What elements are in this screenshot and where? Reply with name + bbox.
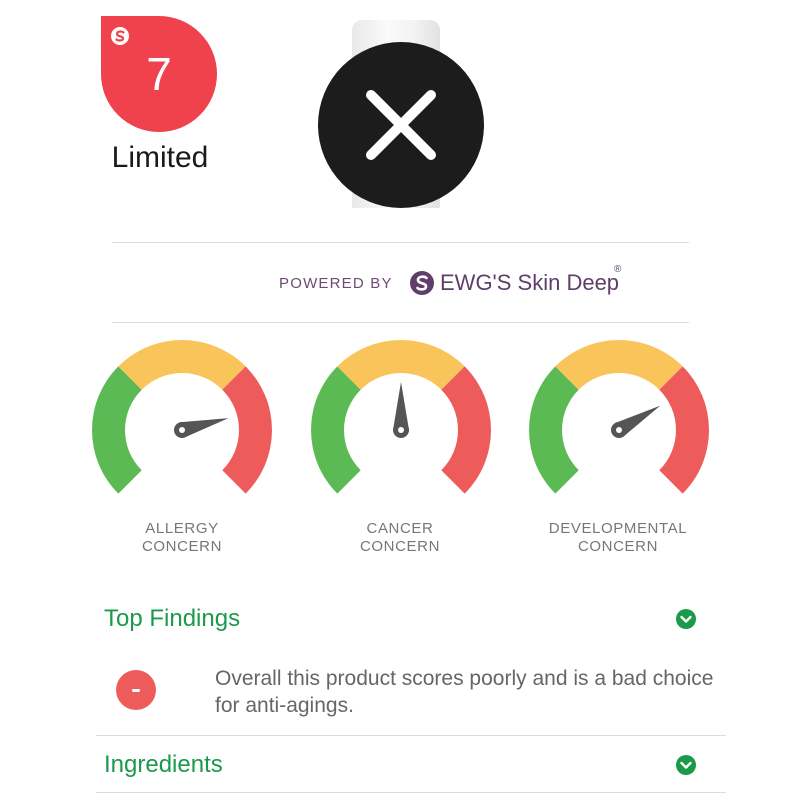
gauge-band-moderate — [118, 340, 246, 390]
powered-by-label: POWERED BY — [279, 275, 393, 292]
allergy-gauge-label: ALLERGY CONCERN — [82, 520, 282, 556]
divider — [96, 735, 726, 736]
minus-icon — [116, 670, 156, 710]
gauge-label-line1: ALLERGY — [145, 520, 219, 537]
gauge-label-line2: CONCERN — [141, 538, 223, 555]
registered-mark: ® — [614, 264, 622, 275]
gauge-label-line1: CANCER — [366, 520, 434, 537]
close-icon — [366, 90, 436, 160]
divider — [96, 792, 726, 793]
gauge-band-high — [222, 366, 272, 494]
top-findings-title[interactable]: Top Findings — [104, 604, 240, 634]
developmental-gauge — [529, 340, 709, 494]
developmental-gauge-label: DEVELOPMENTAL CONCERN — [518, 520, 718, 556]
gauge-band-high — [659, 366, 709, 494]
gauge-label-line2: CONCERN — [577, 538, 659, 555]
divider — [112, 242, 689, 243]
gauge-band-low — [529, 366, 579, 494]
gauge-band-moderate — [555, 340, 683, 390]
cancer-gauge-label: CANCER CONCERN — [300, 520, 500, 556]
gauge-label-line1: DEVELOPMENTAL — [548, 520, 688, 537]
gauge-label-line2: CONCERN — [359, 538, 441, 555]
score-rating-label: Limited — [111, 141, 209, 174]
chevron-down-icon[interactable] — [676, 755, 696, 775]
gauge-band-low — [311, 366, 361, 494]
divider — [112, 322, 689, 323]
score-value: 7 — [146, 48, 172, 100]
ewg-brand-name[interactable]: EWG'S Skin Deep — [440, 268, 619, 298]
chevron-down-icon[interactable] — [676, 609, 696, 629]
skin-deep-logo-icon — [111, 27, 129, 45]
gauge-needle-pin — [179, 427, 185, 433]
gauge-needle-pin — [398, 427, 404, 433]
gauge-band-low — [92, 366, 142, 494]
gauge-needle-pin — [616, 427, 622, 433]
finding-text: Overall this product scores poorly and i… — [215, 667, 714, 717]
ewg-logo-icon — [410, 271, 434, 295]
allergy-gauge — [92, 340, 272, 494]
gauge-band-high — [441, 366, 491, 494]
ingredients-title[interactable]: Ingredients — [104, 750, 223, 780]
cancer-gauge — [311, 340, 491, 494]
close-button[interactable] — [318, 42, 484, 208]
